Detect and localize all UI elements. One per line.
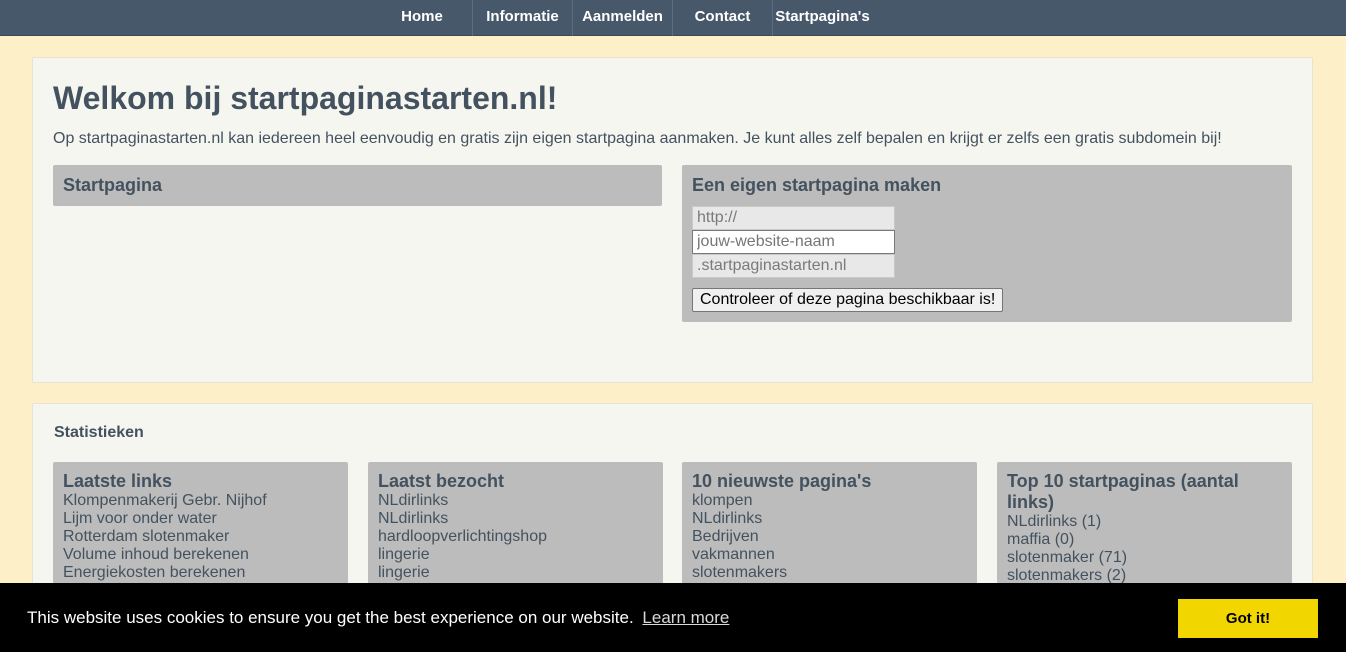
list-item[interactable]: Lijm voor onder water	[63, 510, 338, 528]
list-item[interactable]: Volume inhoud berekenen	[63, 546, 338, 564]
startpagina-box-title: Startpagina	[63, 175, 163, 195]
stat-card-title: Laatste links	[63, 471, 173, 491]
list-item[interactable]: Klompenmakerij Gebr. Nijhof	[63, 492, 338, 510]
website-name-input[interactable]	[692, 230, 895, 254]
list-item[interactable]: NLdirlinks	[378, 510, 653, 528]
intro-text: Op startpaginastarten.nl kan iedereen he…	[53, 130, 1222, 147]
list-item[interactable]: Energiekosten berekenen	[63, 564, 338, 582]
stat-list: NLdirlinks NLdirlinks hardloopverlichtin…	[378, 492, 653, 582]
list-item[interactable]: slotenmakers	[692, 564, 967, 582]
list-item[interactable]: hardloopverlichtingshop	[378, 528, 653, 546]
startpagina-box: Startpagina	[53, 165, 662, 206]
list-item[interactable]: slotenmaker (71)	[1007, 549, 1282, 567]
list-item[interactable]: NLdirlinks (1)	[1007, 513, 1282, 531]
create-box-title: Een eigen startpagina maken	[692, 175, 942, 195]
nav-informatie-link[interactable]: Informatie	[472, 0, 572, 36]
top-navigation: Home Informatie Aanmelden Contact Startp…	[0, 0, 1346, 36]
url-suffix-field	[692, 254, 895, 278]
nav-contact-link[interactable]: Contact	[672, 0, 772, 36]
list-item[interactable]: maffia (0)	[1007, 531, 1282, 549]
welcome-panel: Welkom bij startpaginastarten.nl! Op sta…	[32, 57, 1313, 383]
page-title: Welkom bij startpaginastarten.nl!	[53, 80, 558, 116]
list-item[interactable]: vakmannen	[692, 546, 967, 564]
list-item[interactable]: lingerie	[378, 564, 653, 582]
list-item[interactable]: NLdirlinks	[692, 510, 967, 528]
nav-startpaginas-link[interactable]: Startpagina's	[772, 0, 872, 36]
stat-list: klompen NLdirlinks Bedrijven vakmannen s…	[692, 492, 967, 582]
stat-card-title: Laatst bezocht	[378, 471, 505, 491]
list-item[interactable]: NLdirlinks	[378, 492, 653, 510]
cookie-message-line: This website uses cookies to ensure you …	[27, 608, 729, 628]
create-startpagina-box: Een eigen startpagina maken Controleer o…	[682, 165, 1292, 322]
statistics-title: Statistieken	[54, 424, 144, 441]
accept-cookies-button[interactable]: Got it!	[1178, 599, 1318, 638]
nav-menu: Home Informatie Aanmelden Contact Startp…	[372, 0, 872, 36]
nav-home-link[interactable]: Home	[372, 0, 472, 36]
learn-more-link[interactable]: Learn more	[642, 608, 729, 627]
stat-list: Klompenmakerij Gebr. Nijhof Lijm voor on…	[63, 492, 338, 582]
url-prefix-field	[692, 206, 895, 230]
cookie-message: This website uses cookies to ensure you …	[27, 608, 634, 627]
stat-card-title: 10 nieuwste pagina's	[692, 471, 872, 491]
nav-aanmelden-link[interactable]: Aanmelden	[572, 0, 672, 36]
list-item[interactable]: Rotterdam slotenmaker	[63, 528, 338, 546]
list-item[interactable]: klompen	[692, 492, 967, 510]
list-item[interactable]: lingerie	[378, 546, 653, 564]
check-availability-button[interactable]: Controleer of deze pagina beschikbaar is…	[692, 288, 1004, 312]
cookie-consent-bar: This website uses cookies to ensure you …	[0, 583, 1346, 652]
stat-list: NLdirlinks (1) maffia (0) slotenmaker (7…	[1007, 513, 1282, 585]
list-item[interactable]: Bedrijven	[692, 528, 967, 546]
stat-card-title: Top 10 startpaginas (aantal links)	[1007, 471, 1239, 512]
